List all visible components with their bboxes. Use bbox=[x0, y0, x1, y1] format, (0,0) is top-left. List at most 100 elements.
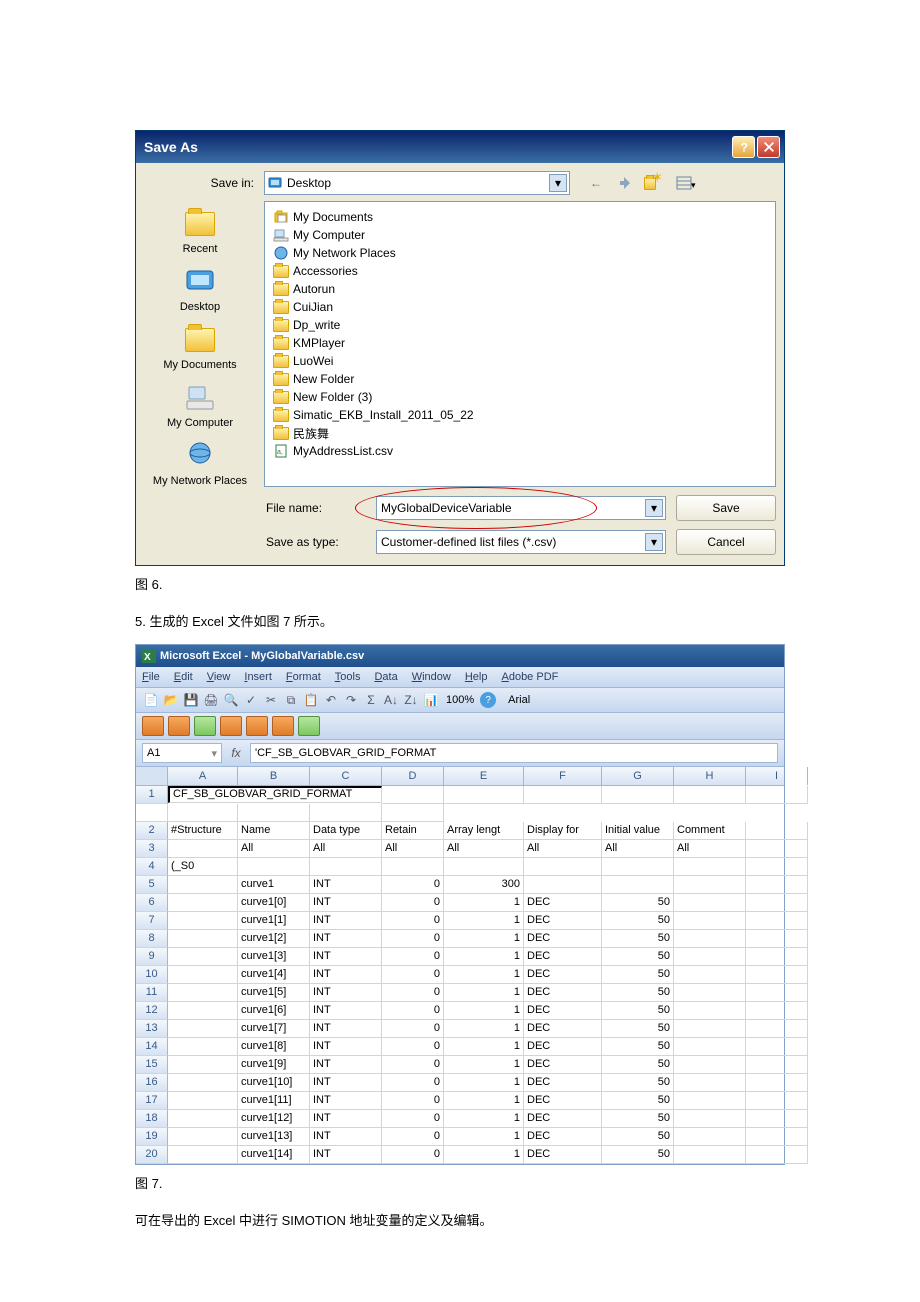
table-row[interactable]: 5curve1INT0300 bbox=[136, 876, 784, 894]
new-folder-button[interactable]: ✶ bbox=[644, 172, 668, 194]
table-row[interactable]: 18curve1[12]INT01DEC50 bbox=[136, 1110, 784, 1128]
table-row[interactable]: 7curve1[1]INT01DEC50 bbox=[136, 912, 784, 930]
cancel-button[interactable]: Cancel bbox=[676, 529, 776, 555]
table-row[interactable]: 15curve1[9]INT01DEC50 bbox=[136, 1056, 784, 1074]
list-item[interactable]: New Folder (3) bbox=[273, 388, 767, 406]
table-row[interactable]: 19curve1[13]INT01DEC50 bbox=[136, 1128, 784, 1146]
list-item[interactable]: CuiJian bbox=[273, 298, 767, 316]
tb2-icon-1[interactable] bbox=[142, 716, 164, 736]
column-header[interactable]: H bbox=[674, 767, 746, 785]
undo-icon[interactable]: ↶ bbox=[322, 691, 340, 709]
sum-icon[interactable]: Σ bbox=[362, 691, 380, 709]
menu-item[interactable]: Window bbox=[412, 671, 451, 683]
savetype-combo[interactable]: Customer-defined list files (*.csv)▾ bbox=[376, 530, 666, 554]
excel-toolbar[interactable]: 📄 📂 💾 🖨 🔍 ✓ ✂ ⧉ 📋 ↶ ↷ Σ A↓ Z↓ 📊 100% ? A… bbox=[136, 687, 784, 712]
list-item[interactable]: Accessories bbox=[273, 262, 767, 280]
table-row[interactable]: 4(_S0 bbox=[136, 858, 784, 876]
list-item[interactable]: a,MyAddressList.csv bbox=[273, 442, 767, 460]
cut-icon[interactable]: ✂ bbox=[262, 691, 280, 709]
chart-icon[interactable]: 📊 bbox=[422, 691, 440, 709]
column-header[interactable] bbox=[136, 767, 168, 785]
tb2-icon-5[interactable] bbox=[246, 716, 268, 736]
list-item[interactable]: My Documents bbox=[273, 208, 767, 226]
print-icon[interactable]: 🖨 bbox=[202, 691, 220, 709]
up-button[interactable] bbox=[614, 172, 638, 194]
list-item[interactable]: Simatic_EKB_Install_2011_05_22 bbox=[273, 406, 767, 424]
places-network[interactable]: My Network Places bbox=[144, 439, 256, 487]
tb2-icon-6[interactable] bbox=[272, 716, 294, 736]
new-icon[interactable]: 📄 bbox=[142, 691, 160, 709]
menu-item[interactable]: Edit bbox=[174, 671, 193, 683]
column-header[interactable]: G bbox=[602, 767, 674, 785]
list-item[interactable]: KMPlayer bbox=[273, 334, 767, 352]
table-row[interactable]: 13curve1[7]INT01DEC50 bbox=[136, 1020, 784, 1038]
menu-item[interactable]: View bbox=[207, 671, 231, 683]
places-mydocs[interactable]: My Documents bbox=[144, 323, 256, 371]
column-header[interactable]: C bbox=[310, 767, 382, 785]
list-item[interactable]: Autorun bbox=[273, 280, 767, 298]
places-mycomputer[interactable]: My Computer bbox=[144, 381, 256, 429]
excel-grid[interactable]: ABCDEFGHI 1CF_SB_GLOBVAR_GRID_FORMAT2#St… bbox=[136, 766, 784, 1164]
help-button[interactable]: ? bbox=[732, 136, 755, 158]
views-button[interactable]: ▾ bbox=[674, 172, 698, 194]
column-header[interactable]: D bbox=[382, 767, 444, 785]
tb2-icon-4[interactable] bbox=[220, 716, 242, 736]
spell-icon[interactable]: ✓ bbox=[242, 691, 260, 709]
excel-menubar[interactable]: File Edit View Insert Format Tools Data Window H… bbox=[136, 667, 784, 687]
list-item[interactable]: 民族舞 bbox=[273, 424, 767, 442]
copy-icon[interactable]: ⧉ bbox=[282, 691, 300, 709]
table-row[interactable]: 1CF_SB_GLOBVAR_GRID_FORMAT bbox=[136, 786, 784, 822]
name-box[interactable]: A1▾ bbox=[142, 743, 222, 763]
table-row[interactable]: 8curve1[2]INT01DEC50 bbox=[136, 930, 784, 948]
column-header[interactable]: I bbox=[746, 767, 808, 785]
save-icon[interactable]: 💾 bbox=[182, 691, 200, 709]
menu-item[interactable]: Adobe PDF bbox=[501, 671, 558, 683]
close-button[interactable] bbox=[757, 136, 780, 158]
places-desktop[interactable]: Desktop bbox=[144, 265, 256, 313]
menu-item[interactable]: Insert bbox=[244, 671, 272, 683]
menu-item[interactable]: Help bbox=[465, 671, 488, 683]
list-item[interactable]: My Network Places bbox=[273, 244, 767, 262]
tb2-icon-2[interactable] bbox=[168, 716, 190, 736]
column-header[interactable]: E bbox=[444, 767, 524, 785]
filename-input[interactable]: MyGlobalDeviceVariable▾ bbox=[376, 496, 666, 520]
preview-icon[interactable]: 🔍 bbox=[222, 691, 240, 709]
fx-icon[interactable]: fx bbox=[228, 746, 244, 760]
column-header[interactable]: A bbox=[168, 767, 238, 785]
table-row[interactable]: 6curve1[0]INT01DEC50 bbox=[136, 894, 784, 912]
menu-item[interactable]: Format bbox=[286, 671, 321, 683]
places-recent[interactable]: Recent bbox=[144, 207, 256, 255]
table-row[interactable]: 12curve1[6]INT01DEC50 bbox=[136, 1002, 784, 1020]
sort-asc-icon[interactable]: A↓ bbox=[382, 691, 400, 709]
table-row[interactable]: 16curve1[10]INT01DEC50 bbox=[136, 1074, 784, 1092]
table-row[interactable]: 11curve1[5]INT01DEC50 bbox=[136, 984, 784, 1002]
excel-toolbar-2[interactable] bbox=[136, 712, 784, 739]
sort-desc-icon[interactable]: Z↓ bbox=[402, 691, 420, 709]
table-row[interactable]: 10curve1[4]INT01DEC50 bbox=[136, 966, 784, 984]
tb2-icon-7[interactable] bbox=[298, 716, 320, 736]
file-list[interactable]: My DocumentsMy ComputerMy Network Places… bbox=[264, 201, 776, 487]
table-row[interactable]: 9curve1[3]INT01DEC50 bbox=[136, 948, 784, 966]
table-row[interactable]: 2#StructureNameData typeRetainArray leng… bbox=[136, 822, 784, 840]
paste-icon[interactable]: 📋 bbox=[302, 691, 320, 709]
formula-bar[interactable]: 'CF_SB_GLOBVAR_GRID_FORMAT bbox=[250, 743, 778, 763]
table-row[interactable]: 14curve1[8]INT01DEC50 bbox=[136, 1038, 784, 1056]
font-combo[interactable]: Arial bbox=[508, 694, 530, 706]
table-row[interactable]: 3AllAllAllAllAllAllAll bbox=[136, 840, 784, 858]
table-row[interactable]: 20curve1[14]INT01DEC50 bbox=[136, 1146, 784, 1164]
save-button[interactable]: Save bbox=[676, 495, 776, 521]
list-item[interactable]: My Computer bbox=[273, 226, 767, 244]
menu-item[interactable]: File bbox=[142, 671, 160, 683]
tb2-icon-3[interactable] bbox=[194, 716, 216, 736]
redo-icon[interactable]: ↷ bbox=[342, 691, 360, 709]
table-row[interactable]: 17curve1[11]INT01DEC50 bbox=[136, 1092, 784, 1110]
help-icon[interactable]: ? bbox=[480, 692, 496, 708]
savein-combo[interactable]: Desktop ▾ bbox=[264, 171, 570, 195]
list-item[interactable]: LuoWei bbox=[273, 352, 767, 370]
column-header[interactable]: B bbox=[238, 767, 310, 785]
back-button[interactable]: ← bbox=[584, 172, 608, 194]
menu-item[interactable]: Tools bbox=[335, 671, 361, 683]
menu-item[interactable]: Data bbox=[374, 671, 397, 683]
list-item[interactable]: Dp_write bbox=[273, 316, 767, 334]
open-icon[interactable]: 📂 bbox=[162, 691, 180, 709]
